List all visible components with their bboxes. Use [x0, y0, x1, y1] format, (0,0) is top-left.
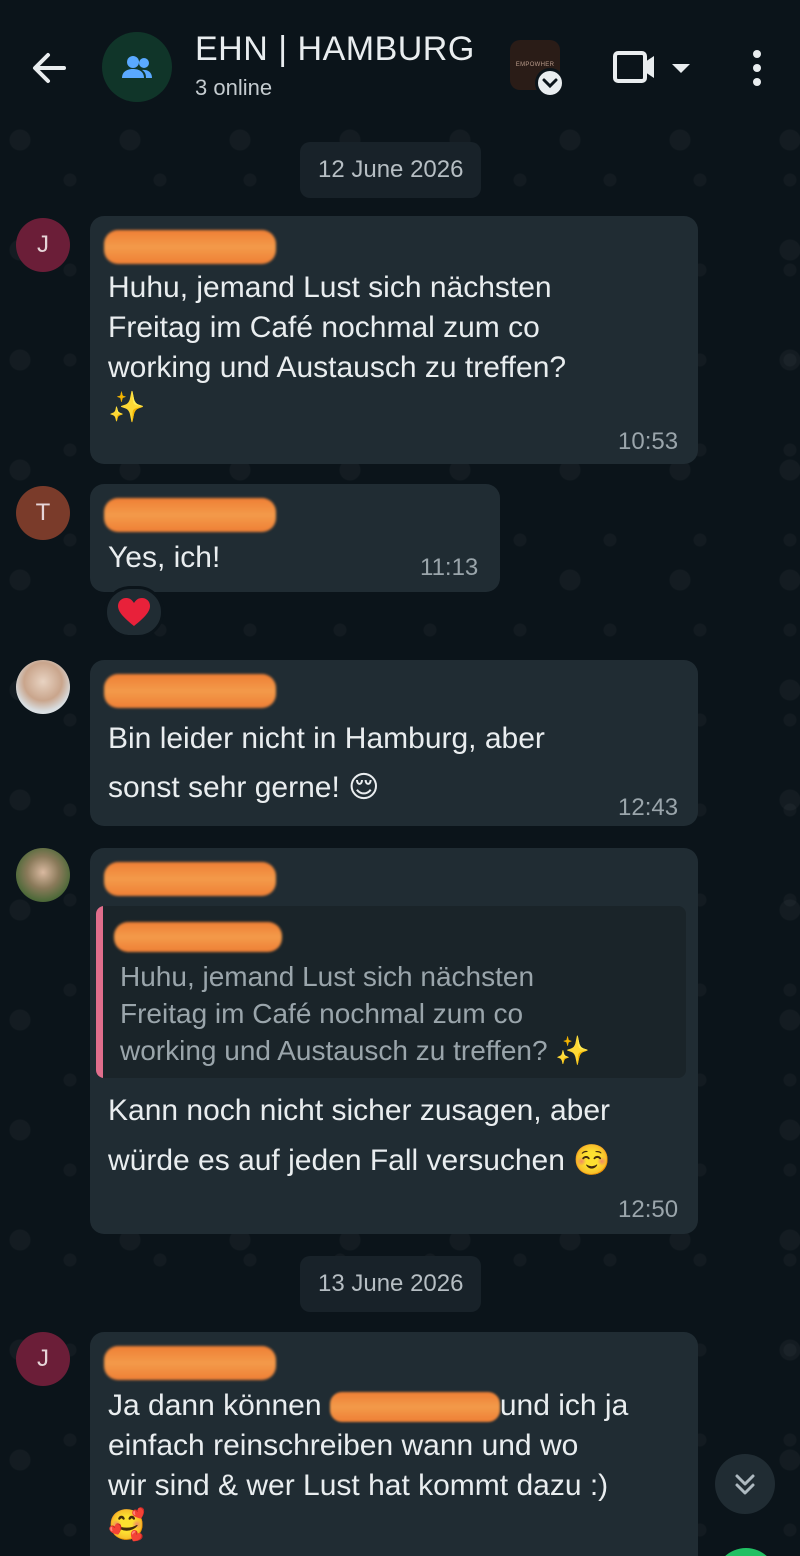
- message-text-part: einfach reinschreiben wann und wo wir si…: [108, 1429, 609, 1542]
- scroll-to-bottom-button[interactable]: [715, 1454, 775, 1514]
- avatar[interactable]: J: [16, 218, 70, 272]
- avatar-photo[interactable]: [16, 848, 70, 902]
- message-bubble[interactable]: Huhu, jemand Lust sich nächsten Freitag …: [90, 216, 698, 464]
- avatar[interactable]: T: [16, 486, 70, 540]
- chat-header: EHN | HAMBURG 3 online EMPOWHER: [0, 0, 800, 120]
- avatar-photo[interactable]: [16, 660, 70, 714]
- message-text: Ja dann können und ich ja einfach reinsc…: [108, 1386, 698, 1546]
- double-chevron-down-icon: [735, 1474, 755, 1495]
- message-time: 11:13: [420, 554, 479, 581]
- message-bubble[interactable]: Ja dann können und ich ja einfach reinsc…: [90, 1332, 698, 1556]
- new-message-fab[interactable]: [715, 1548, 777, 1556]
- group-avatar[interactable]: [102, 32, 172, 102]
- redacted-sender-name: [104, 230, 276, 264]
- message-text: Kann noch nicht sicher zusagen, aber wür…: [108, 1094, 611, 1177]
- message-text: Bin leider nicht in Hamburg, aber sonst …: [108, 722, 545, 804]
- video-call-button[interactable]: [612, 48, 694, 88]
- redacted-name: [329, 1392, 500, 1423]
- message-text-part: Ja dann können: [108, 1389, 330, 1422]
- online-status: 3 online: [195, 75, 273, 100]
- reaction-heart[interactable]: [104, 586, 164, 638]
- quoted-text: Huhu, jemand Lust sich nächsten Freitag …: [120, 961, 591, 1066]
- message-bubble[interactable]: Huhu, jemand Lust sich nächsten Freitag …: [90, 848, 698, 1234]
- video-camera-icon: [613, 51, 690, 83]
- message-text-part: und ich ja: [499, 1389, 629, 1422]
- group-icon: [122, 56, 152, 78]
- heart-icon: [118, 598, 150, 626]
- message-time: 10:53: [618, 428, 679, 455]
- avatar-initial: J: [37, 231, 49, 258]
- redacted-quoted-sender: [114, 922, 282, 952]
- chevron-down-icon[interactable]: [535, 68, 565, 98]
- date-separator: 12 June 2026: [300, 142, 482, 198]
- back-arrow-icon[interactable]: [24, 44, 72, 92]
- chat-title: EHN | HAMBURG: [195, 30, 475, 68]
- message-text: Yes, ich!: [108, 541, 221, 574]
- quoted-message[interactable]: Huhu, jemand Lust sich nächsten Freitag …: [96, 906, 686, 1078]
- chat-title-block[interactable]: EHN | HAMBURG 3 online: [195, 30, 475, 101]
- more-options-icon[interactable]: [742, 44, 772, 92]
- redacted-sender-name: [104, 674, 276, 708]
- date-separator: 13 June 2026: [300, 1256, 482, 1312]
- avatar[interactable]: J: [16, 1332, 70, 1386]
- date-label: 12 June 2026: [318, 156, 464, 183]
- message-list[interactable]: 12 June 2026 J Huhu, jemand Lust sich nä…: [0, 120, 800, 1556]
- message-text: Huhu, jemand Lust sich nächsten Freitag …: [108, 271, 567, 424]
- avatar-initial: J: [37, 1345, 49, 1372]
- redacted-sender-name: [104, 498, 276, 532]
- message-bubble[interactable]: Yes, ich! 11:13: [90, 484, 500, 592]
- message-bubble[interactable]: Bin leider nicht in Hamburg, aber sonst …: [90, 660, 698, 826]
- redacted-sender-name: [104, 1346, 276, 1380]
- quote-accent-bar: [96, 906, 103, 1078]
- avatar-initial: T: [35, 499, 51, 526]
- message-time: 12:43: [618, 794, 679, 821]
- redacted-sender-name: [104, 862, 276, 896]
- date-label: 13 June 2026: [318, 1270, 464, 1297]
- message-time: 12:50: [618, 1196, 679, 1223]
